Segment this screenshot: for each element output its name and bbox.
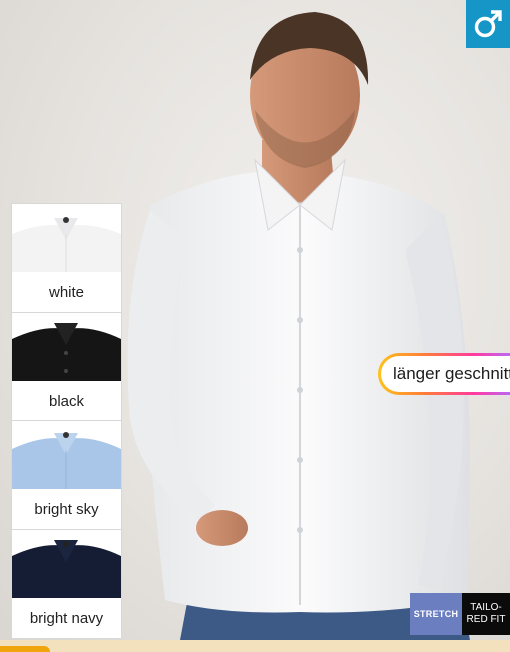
shirt-thumbnail xyxy=(12,421,121,489)
fit-badge-line2: RED FIT xyxy=(466,614,506,625)
swatch-label: bright navy xyxy=(12,598,121,638)
color-swatch-white[interactable]: white xyxy=(12,204,121,312)
gender-badge xyxy=(466,0,510,48)
bottom-accent xyxy=(0,646,50,652)
color-swatch-bright-navy[interactable]: bright navy xyxy=(12,530,121,638)
color-swatch-black[interactable]: black xyxy=(12,313,121,421)
swatch-label: bright sky xyxy=(12,489,121,529)
feature-callout: länger geschnitten xyxy=(378,353,510,395)
swatch-label: white xyxy=(12,272,121,312)
product-page: white black bright sky bright navy länge… xyxy=(0,0,510,652)
shirt-thumbnail xyxy=(12,313,121,381)
stretch-badge: STRETCH xyxy=(410,593,462,635)
callout-text: länger geschnitten xyxy=(381,356,510,392)
fit-badge-line1: TAILO- xyxy=(470,602,502,613)
swatch-label: black xyxy=(12,381,121,421)
shirt-thumbnail xyxy=(12,204,121,272)
male-symbol-icon xyxy=(474,10,502,38)
bottom-bar xyxy=(0,640,510,652)
tailored-fit-badge: TAILO- RED FIT xyxy=(462,593,510,635)
color-swatch-bright-sky[interactable]: bright sky xyxy=(12,421,121,529)
shirt-thumbnail xyxy=(12,530,121,598)
